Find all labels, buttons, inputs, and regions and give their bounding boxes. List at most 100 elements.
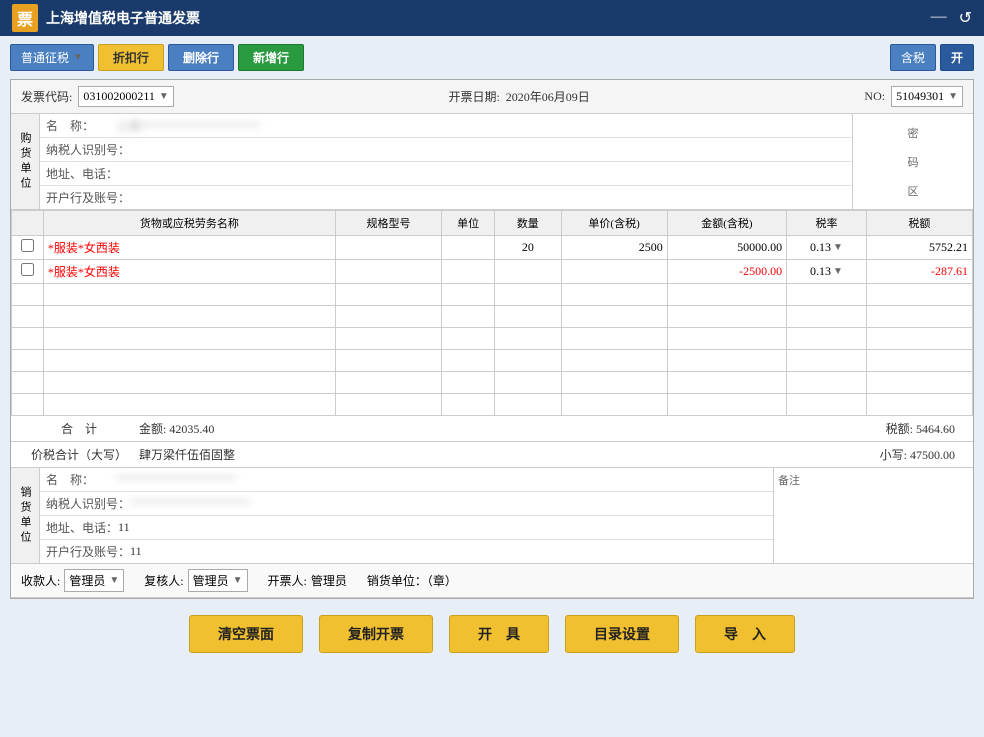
secret-char-qu: 区 bbox=[908, 183, 919, 199]
buyer-taxid-row: 纳税人识别号： bbox=[40, 138, 852, 162]
minimize-button[interactable]: — bbox=[931, 8, 947, 28]
subtotal-amount: 金额: 42035.40 bbox=[139, 420, 886, 437]
toolbar-right: 含税 开 bbox=[890, 44, 974, 71]
row2-unit[interactable] bbox=[442, 260, 495, 284]
dropdown-arrow-icon: ▼ bbox=[73, 52, 83, 63]
row1-checkbox[interactable] bbox=[21, 239, 34, 252]
table-row bbox=[12, 306, 973, 328]
invoice-date-group: 开票日期: 2020年06月09日 bbox=[448, 88, 589, 105]
catalog-button[interactable]: 目录设置 bbox=[565, 615, 679, 653]
seller-name-value: ******************** bbox=[116, 472, 767, 487]
buyer-fields: 名 称： 上海******************** 纳税人识别号： 地址、电… bbox=[40, 114, 852, 209]
delete-row-button[interactable]: 删除行 bbox=[168, 44, 234, 71]
no-select[interactable]: 51049301 ▼ bbox=[891, 86, 963, 107]
total-small-label: 小写: bbox=[880, 448, 907, 462]
col-header-tax: 税额 bbox=[866, 211, 972, 236]
row2-amount: -2500.00 bbox=[667, 260, 786, 284]
receiver-field: 收款人: 管理员 ▼ bbox=[21, 569, 124, 592]
row1-rate-dropdown-icon: ▼ bbox=[833, 242, 843, 253]
empty-amount bbox=[667, 284, 786, 306]
row2-tax: -287.61 bbox=[866, 260, 972, 284]
empty-qty bbox=[495, 284, 561, 306]
invoice-code-group: 发票代码: 031002000211 ▼ bbox=[21, 86, 174, 107]
row1-name: *服装*女西装 bbox=[43, 236, 335, 260]
tax-type-select[interactable]: 普通征税 ▼ bbox=[10, 44, 94, 71]
col-header-name: 货物或应税劳务名称 bbox=[43, 211, 335, 236]
reviewer-field: 复核人: 管理员 ▼ bbox=[144, 569, 247, 592]
total-small: 小写: 47500.00 bbox=[880, 446, 965, 463]
row2-rate: 0.13 ▼ bbox=[787, 260, 867, 284]
subtotal-tax: 税额: 5464.60 bbox=[886, 420, 965, 437]
issuer-field: 开票人: 管理员 bbox=[268, 572, 347, 589]
empty-check bbox=[12, 284, 44, 306]
invoice-table: 货物或应税劳务名称 规格型号 单位 数量 单价(含税) 金额(含税) 税率 税额… bbox=[11, 210, 973, 416]
discount-row-button[interactable]: 折扣行 bbox=[98, 44, 164, 71]
receiver-select[interactable]: 管理员 ▼ bbox=[64, 569, 124, 592]
toggle-button[interactable]: 开 bbox=[940, 44, 974, 71]
receiver-label: 收款人: bbox=[21, 572, 60, 589]
total-label: 价税合计（大写） bbox=[19, 446, 139, 463]
title-bar: 票 上海增值税电子普通发票 — ↺ bbox=[0, 0, 984, 36]
reviewer-dropdown-icon: ▼ bbox=[233, 575, 243, 586]
table-row: *服装*女西装 -2500.00 0.13 ▼ -287.61 bbox=[12, 260, 973, 284]
invoice-header: 发票代码: 031002000211 ▼ 开票日期: 2020年06月09日 N… bbox=[11, 80, 973, 114]
no-dropdown-arrow-icon: ▼ bbox=[948, 91, 958, 102]
subtotal-tax-value: 5464.60 bbox=[916, 422, 955, 436]
code-select[interactable]: 031002000211 ▼ bbox=[78, 86, 173, 107]
row2-check[interactable] bbox=[12, 260, 44, 284]
seller-section: 销货单位 名 称： ******************** 纳税人识别号： *… bbox=[11, 468, 973, 564]
col-header-price: 单价(含税) bbox=[561, 211, 667, 236]
tax-included-label: 含税 bbox=[890, 44, 936, 71]
no-label: NO: bbox=[864, 89, 885, 104]
buyer-half: 购货单位 名 称： 上海******************** 纳税人识别号：… bbox=[11, 114, 853, 209]
table-row: *服装*女西装 20 2500 50000.00 0.13 ▼ 5752.21 bbox=[12, 236, 973, 260]
seller-bank-row: 开户行及账号： 11 bbox=[40, 540, 773, 563]
add-row-button[interactable]: 新增行 bbox=[238, 44, 304, 71]
app-icon: 票 bbox=[12, 4, 38, 32]
row2-name-value: *服装*女西装 bbox=[48, 265, 120, 279]
clear-button[interactable]: 清空票面 bbox=[189, 615, 303, 653]
window-controls[interactable]: — ↺ bbox=[931, 8, 972, 28]
seller-bank-value: 11 bbox=[130, 544, 767, 559]
main-container: 普通征税 ▼ 折扣行 删除行 新增行 含税 开 发票代码: 0310020002… bbox=[0, 36, 984, 737]
buyer-side-label: 购货单位 bbox=[11, 114, 40, 209]
row1-spec[interactable] bbox=[335, 236, 441, 260]
buyer-bank-row: 开户行及账号： bbox=[40, 186, 852, 209]
seller-fields: 名 称： ******************** 纳税人识别号： ******… bbox=[40, 468, 773, 563]
total-small-value: 47500.00 bbox=[910, 448, 955, 462]
buyer-address-row: 地址、电话： bbox=[40, 162, 852, 186]
subtotal-row: 合 计 金额: 42035.40 税额: 5464.60 bbox=[11, 416, 973, 442]
empty-tax bbox=[866, 284, 972, 306]
invoice-no-group: NO: 51049301 ▼ bbox=[864, 86, 963, 107]
buyer-bank-input[interactable] bbox=[130, 191, 846, 205]
copy-button[interactable]: 复制开票 bbox=[319, 615, 433, 653]
no-value: 51049301 bbox=[896, 89, 944, 104]
secret-area: 密 码 区 bbox=[853, 114, 973, 209]
row2-price bbox=[561, 260, 667, 284]
reviewer-select[interactable]: 管理员 ▼ bbox=[188, 569, 248, 592]
buyer-taxid-label: 纳税人识别号： bbox=[46, 141, 130, 158]
issuer-value: 管理员 bbox=[311, 572, 347, 589]
app-title: 上海增值税电子普通发票 bbox=[46, 8, 200, 28]
row2-checkbox[interactable] bbox=[21, 263, 34, 276]
empty-spec bbox=[335, 284, 441, 306]
subtotal-tax-label: 税额: bbox=[886, 422, 913, 436]
seller-bank-label: 开户行及账号： bbox=[46, 543, 130, 560]
row2-spec[interactable] bbox=[335, 260, 441, 284]
remarks-label: 备注 bbox=[778, 472, 969, 488]
import-button[interactable]: 导 入 bbox=[695, 615, 795, 653]
buyer-name-label: 名 称： bbox=[46, 117, 116, 134]
subtotal-amount-label: 金额: bbox=[139, 422, 166, 436]
row1-check[interactable] bbox=[12, 236, 44, 260]
empty-name bbox=[43, 284, 335, 306]
row1-price: 2500 bbox=[561, 236, 667, 260]
buyer-taxid-input[interactable] bbox=[130, 143, 846, 157]
reviewer-value: 管理员 bbox=[193, 572, 229, 589]
buyer-address-input[interactable] bbox=[118, 167, 846, 181]
total-chinese-amount: 肆万梁仟伍佰固整 bbox=[139, 446, 880, 463]
seller-unit-field: 销货单位：（章） bbox=[367, 572, 457, 589]
table-row bbox=[12, 394, 973, 416]
row1-unit[interactable] bbox=[442, 236, 495, 260]
issue-button[interactable]: 开 具 bbox=[449, 615, 549, 653]
restore-button[interactable]: ↺ bbox=[959, 8, 972, 28]
